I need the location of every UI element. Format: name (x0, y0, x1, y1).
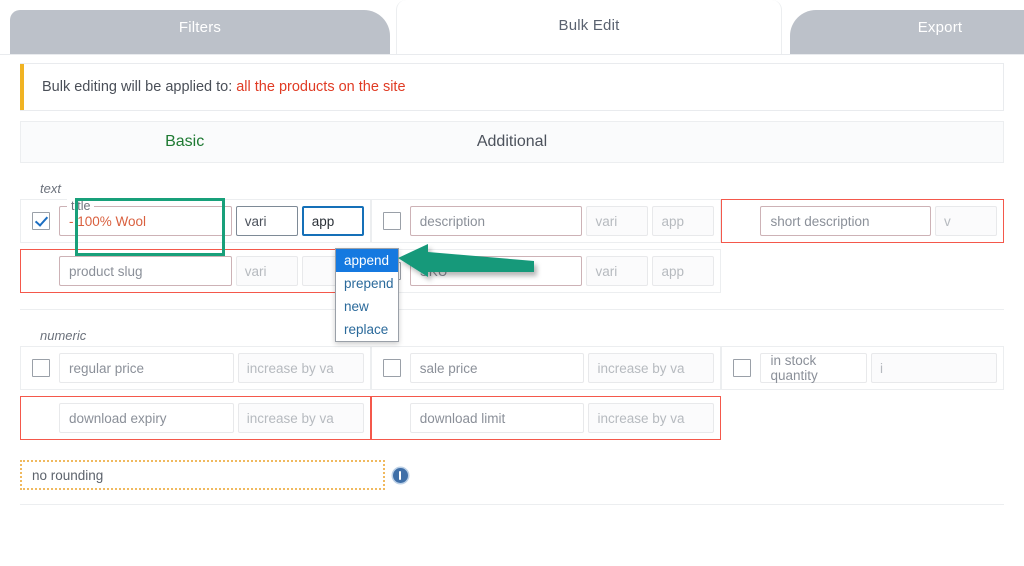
tab-bulk-edit[interactable]: Bulk Edit (396, 0, 782, 55)
dropdown-title-mode-trigger[interactable]: app (301, 206, 364, 236)
numeric-section: numeric regular price increase by va sal… (0, 328, 1024, 446)
input-regular-price[interactable]: regular price (59, 353, 234, 383)
text-row-2: product slug vari SKU vari app (20, 249, 1004, 299)
input-in-stock-quantity-operation[interactable]: i (870, 353, 997, 383)
input-download-expiry-placeholder: download expiry (69, 410, 167, 426)
input-product-slug-variation[interactable]: vari (235, 256, 298, 286)
numeric-row-1: regular price increase by va sale price … (20, 346, 1004, 396)
rounding-container: no rounding (0, 460, 1024, 490)
input-regular-price-operation[interactable]: increase by va (237, 353, 364, 383)
field-row-download-limit: download limit increase by va (370, 396, 722, 440)
tab-bar: Filters Bulk Edit Export (0, 0, 1024, 55)
field-cell-in-stock-quantity: in stock quantity i (721, 346, 1004, 396)
input-download-limit[interactable]: download limit (409, 403, 585, 433)
field-cell-download-limit: download limit increase by va (370, 396, 722, 446)
input-sku-variation[interactable]: vari (586, 256, 649, 286)
dropdown-option-prepend[interactable]: prepend (336, 272, 398, 295)
input-description-variation[interactable]: vari (586, 206, 649, 236)
notice-text: Bulk editing will be applied to: (42, 79, 233, 95)
divider-bottom (20, 504, 1004, 505)
field-row-title: title - 100% Wool vari app (20, 199, 371, 243)
text-section: text title - 100% Wool vari app descript… (0, 181, 1024, 299)
input-rounding[interactable]: no rounding (20, 460, 385, 490)
input-in-stock-quantity[interactable]: in stock quantity (760, 353, 867, 383)
input-download-expiry-operation[interactable]: increase by va (237, 403, 364, 433)
field-row-product-slug: product slug vari (20, 249, 371, 293)
input-title-value: - 100% Wool (69, 213, 147, 229)
field-cell-empty-numeric (721, 396, 1004, 446)
input-sale-price-operation[interactable]: increase by va (588, 353, 715, 383)
field-row-sku: SKU vari app (370, 249, 722, 293)
field-cell-download-expiry: download expiry increase by va (20, 396, 371, 446)
tab-filters[interactable]: Filters (10, 10, 390, 55)
tab-bar-underline (0, 54, 1024, 55)
input-download-expiry[interactable]: download expiry (59, 403, 234, 433)
input-product-slug-placeholder: product slug (69, 263, 143, 279)
info-icon[interactable] (393, 467, 408, 483)
input-in-stock-quantity-placeholder: in stock quantity (770, 353, 818, 383)
field-row-sale-price: sale price increase by va (370, 346, 722, 390)
column-header-basic: Basic (165, 133, 205, 150)
dropdown-option-replace[interactable]: replace (336, 318, 398, 341)
field-row-short-description: short description v (721, 199, 1004, 243)
input-sku[interactable]: SKU (409, 256, 583, 286)
field-cell-short-description: short description v (721, 199, 1004, 249)
input-sale-price[interactable]: sale price (409, 353, 585, 383)
input-sku-placeholder: SKU (419, 263, 448, 279)
input-short-description[interactable]: short description (760, 206, 931, 236)
field-row-in-stock-quantity: in stock quantity i (721, 346, 1004, 390)
notice-container: Bulk editing will be applied to: all the… (0, 55, 1024, 111)
input-sku-mode[interactable]: app (652, 256, 715, 286)
group-label-text: text (40, 181, 61, 196)
field-cell-sale-price: sale price increase by va (370, 346, 722, 396)
input-sale-price-placeholder: sale price (419, 360, 478, 376)
dropdown-option-new[interactable]: new (336, 295, 398, 318)
input-title[interactable]: title - 100% Wool (59, 199, 232, 236)
input-short-description-variation[interactable]: v (934, 206, 997, 236)
field-row-regular-price: regular price increase by va (20, 346, 371, 390)
field-cell-sku: SKU vari app (370, 249, 722, 299)
input-title-variation[interactable]: vari (235, 206, 298, 236)
checkbox-description[interactable] (382, 212, 401, 230)
group-label-numeric: numeric (40, 328, 87, 343)
input-download-limit-placeholder: download limit (419, 410, 506, 426)
numeric-row-2: download expiry increase by va download … (20, 396, 1004, 446)
column-headers-container: Basic Additional (0, 111, 1024, 163)
checkbox-title[interactable] (32, 212, 50, 230)
divider-text-numeric (20, 309, 1004, 310)
input-download-limit-operation[interactable]: increase by va (588, 403, 715, 433)
checkbox-regular-price[interactable] (32, 359, 50, 377)
field-row-download-expiry: download expiry increase by va (20, 396, 371, 440)
field-cell-regular-price: regular price increase by va (20, 346, 371, 396)
input-product-slug[interactable]: product slug (59, 256, 232, 286)
dropdown-option-append[interactable]: append (336, 249, 398, 272)
input-description-mode[interactable]: app (652, 206, 715, 236)
input-description-placeholder: description (419, 213, 486, 229)
tab-export[interactable]: Export (790, 10, 1024, 55)
dropdown-mode-menu[interactable]: append prepend new replace (335, 248, 399, 342)
field-cell-product-slug: product slug vari (20, 249, 371, 299)
column-headers: Basic Additional (20, 121, 1004, 163)
input-regular-price-placeholder: regular price (69, 360, 145, 376)
column-header-additional: Additional (476, 133, 548, 150)
field-cell-empty-text (721, 249, 1004, 299)
field-row-description: description vari app (370, 199, 722, 243)
field-cell-title: title - 100% Wool vari app (20, 199, 371, 249)
input-title-label: title (67, 199, 95, 213)
input-short-description-placeholder: short description (770, 213, 870, 229)
input-description[interactable]: description (409, 206, 583, 236)
input-rounding-value: no rounding (32, 467, 104, 483)
checkbox-in-stock-quantity[interactable] (733, 359, 752, 377)
bulk-edit-page: Filters Bulk Edit Export Bulk editing wi… (0, 0, 1024, 566)
checkbox-sale-price[interactable] (382, 359, 401, 377)
bulk-edit-notice: Bulk editing will be applied to: all the… (20, 63, 1004, 111)
notice-target-link[interactable]: all the products on the site (236, 79, 405, 95)
text-row-1: title - 100% Wool vari app description v… (20, 199, 1004, 249)
field-cell-description: description vari app (370, 199, 722, 249)
